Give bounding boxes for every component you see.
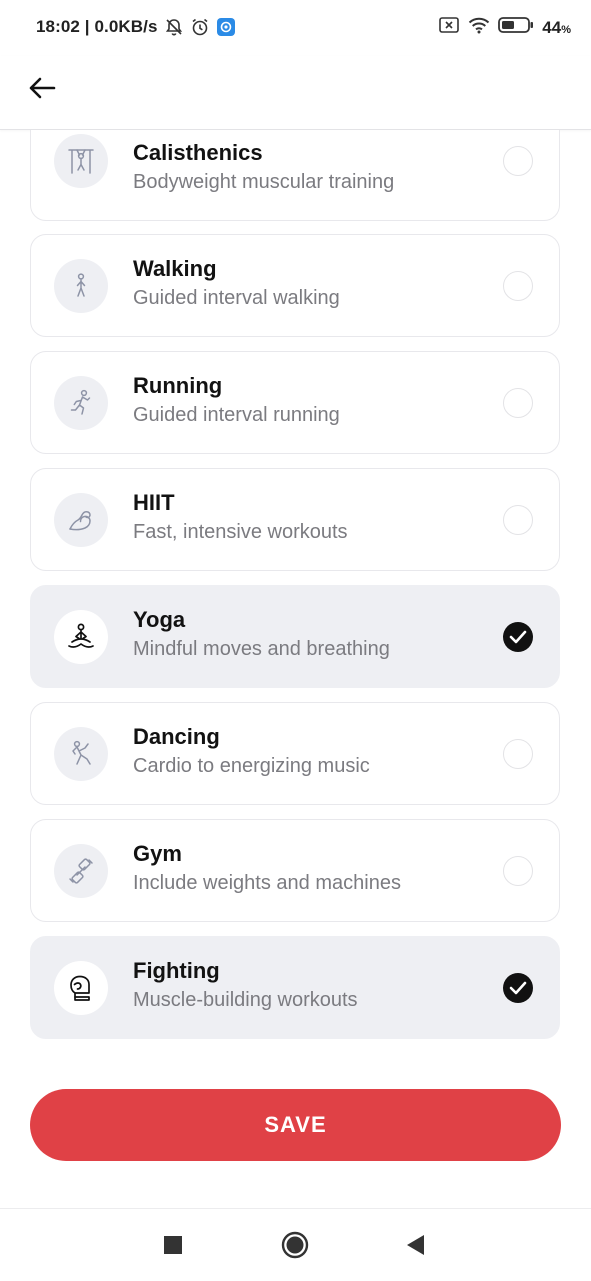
sim-off-icon [438,16,460,39]
battery-icon [498,16,534,39]
status-time: 18:02 [36,17,80,36]
flexed-arm-icon [54,492,108,547]
select-radio-checked[interactable] [503,972,533,1003]
network-speed: 0.0KB/s [94,17,158,36]
workout-subtitle: Guided interval walking [133,287,340,309]
alarm-clock-icon [190,17,210,37]
app-notification-icon [216,17,236,37]
workout-title: Dancing [133,724,220,749]
workout-list: Calisthenics Bodyweight muscular trainin… [0,130,591,1205]
select-radio[interactable] [503,504,533,535]
back-button[interactable] [22,68,62,108]
workout-title: Calisthenics [133,140,263,165]
workout-title: Running [133,373,223,398]
workout-subtitle: Include weights and machines [133,872,401,894]
dumbbell-icon [54,843,108,898]
workout-subtitle: Bodyweight muscular training [133,171,395,193]
checkmark-icon [509,630,527,643]
checkmark-icon [509,981,527,994]
pullup-bar-icon [54,133,108,188]
system-nav-bar [0,1208,591,1281]
workout-option-fighting[interactable]: Fighting Muscle-building workouts [30,936,560,1039]
walking-person-icon [54,258,108,313]
workout-subtitle: Mindful moves and breathing [133,638,390,660]
workout-option-hiit[interactable]: HIIT Fast, intensive workouts [30,468,560,571]
status-bar: 18:02 | 0.0KB/s 44% [0,0,591,56]
select-radio[interactable] [503,145,533,176]
home-circle-icon [281,1231,309,1259]
home-button[interactable] [279,1229,311,1261]
app-header [0,56,591,130]
workout-option-yoga[interactable]: Yoga Mindful moves and breathing [30,585,560,688]
workout-title: Yoga [133,607,186,632]
recent-apps-button[interactable] [157,1229,189,1261]
workout-title: Walking [133,256,217,281]
running-person-icon [54,375,108,430]
workout-subtitle: Cardio to energizing music [133,755,370,777]
workout-subtitle: Muscle-building workouts [133,989,358,1011]
select-radio[interactable] [503,855,533,886]
workout-title: Gym [133,841,182,866]
battery-unit: % [561,23,571,36]
workout-option-gym[interactable]: Gym Include weights and machines [30,819,560,922]
meditation-icon [54,609,108,664]
select-radio[interactable] [503,738,533,769]
workout-title: Fighting [133,958,220,983]
workout-option-dancing[interactable]: Dancing Cardio to energizing music [30,702,560,805]
wifi-icon [468,16,490,39]
select-radio-checked[interactable] [503,621,533,652]
triangle-back-icon [407,1235,424,1255]
select-radio[interactable] [503,387,533,418]
save-button[interactable]: SAVE [30,1089,561,1161]
workout-subtitle: Guided interval running [133,404,340,426]
boxing-glove-icon [54,960,108,1015]
workout-subtitle: Fast, intensive workouts [133,521,348,543]
dancer-icon [54,726,108,781]
workout-option-walking[interactable]: Walking Guided interval walking [30,234,560,337]
workout-option-calisthenics[interactable]: Calisthenics Bodyweight muscular trainin… [30,130,560,221]
back-nav-button[interactable] [400,1229,432,1261]
bell-muted-icon [164,17,184,37]
select-radio[interactable] [503,270,533,301]
workout-option-running[interactable]: Running Guided interval running [30,351,560,454]
workout-title: HIIT [133,490,175,515]
battery-percentage: 44 [542,17,562,37]
square-icon [164,1236,182,1254]
arrow-left-icon [29,77,56,99]
